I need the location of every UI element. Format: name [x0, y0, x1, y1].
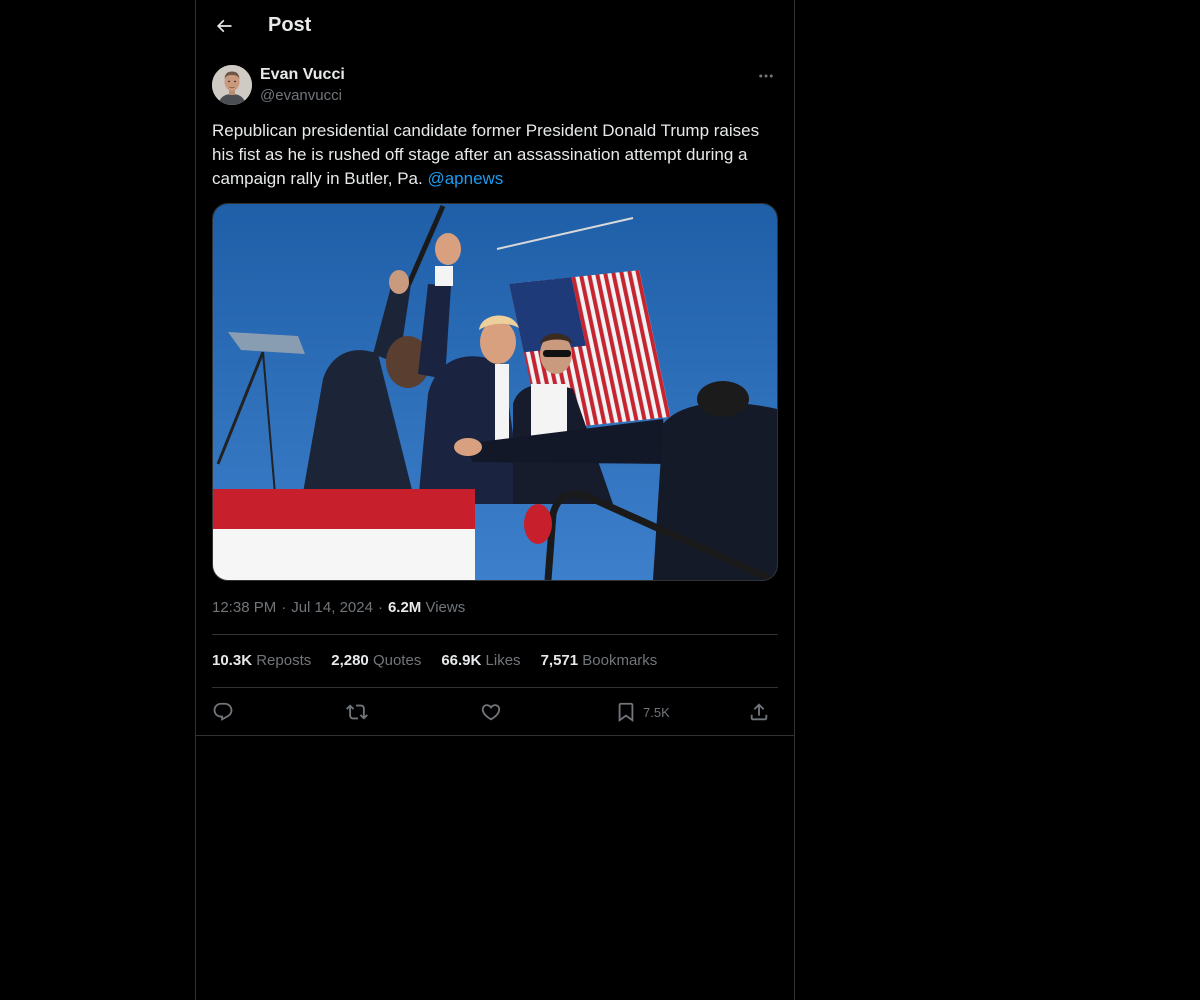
reply-icon [213, 702, 233, 721]
views-label: Views [425, 599, 466, 616]
stat-reposts[interactable]: 10.3K Reposts [212, 652, 311, 669]
bookmark-button[interactable]: 7.5K [615, 698, 670, 726]
repost-icon [346, 704, 368, 720]
page-title: Post [268, 14, 312, 36]
views-count: 6.2M [387, 599, 422, 616]
post-column: Post Evan Vucci @evanvucci Republican pr… [195, 0, 795, 1000]
author-handle[interactable]: @evanvucci [260, 87, 342, 104]
stat-count: 2,280 [331, 652, 369, 669]
post-author: Evan Vucci @evanvucci [212, 64, 778, 108]
avatar[interactable] [212, 65, 252, 105]
stat-count: 7,571 [540, 652, 579, 669]
divider [212, 687, 778, 688]
more-button[interactable] [754, 66, 778, 86]
author-name[interactable]: Evan Vucci [260, 66, 345, 84]
stat-label: Quotes [372, 652, 422, 669]
engagement-stats: 10.3K Reposts 2,280 Quotes 66.9K Likes 7… [212, 652, 657, 669]
post-header: Post [196, 0, 794, 54]
more-horizontal-icon [759, 74, 773, 78]
stat-bookmarks[interactable]: 7,571 Bookmarks [541, 652, 658, 669]
stat-label: Reposts [256, 652, 312, 669]
mention-link[interactable]: @apnews [427, 169, 503, 188]
post-time[interactable]: 12:38 PM [212, 599, 276, 616]
back-button[interactable] [210, 12, 238, 40]
repost-button[interactable] [346, 698, 368, 726]
reply-button[interactable] [212, 698, 234, 726]
heart-icon [481, 704, 501, 721]
post-text: Republican presidential candidate former… [212, 119, 778, 191]
arrow-left-icon [216, 19, 232, 33]
post-image[interactable] [212, 203, 778, 581]
like-button[interactable] [480, 698, 502, 726]
stat-count: 66.9K [441, 652, 482, 669]
bookmark-icon [618, 702, 634, 723]
stat-count: 10.3K [212, 652, 253, 669]
post-date[interactable]: Jul 14, 2024 [291, 599, 373, 616]
share-button[interactable] [748, 698, 770, 726]
divider [212, 634, 778, 635]
meta-separator: · [281, 599, 287, 616]
stat-quotes[interactable]: 2,280 Quotes [331, 652, 421, 669]
post-bottom-border [196, 735, 794, 736]
meta-separator: · [377, 599, 383, 616]
action-bar: 7.5K [212, 698, 778, 726]
stat-label: Likes [485, 652, 521, 669]
stat-label: Bookmarks [582, 652, 658, 669]
bookmark-count: 7.5K [643, 704, 670, 720]
stat-likes[interactable]: 66.9K Likes [441, 652, 520, 669]
post-meta: 12:38 PM · Jul 14, 2024 · 6.2M Views [212, 599, 465, 616]
share-icon [750, 703, 768, 721]
